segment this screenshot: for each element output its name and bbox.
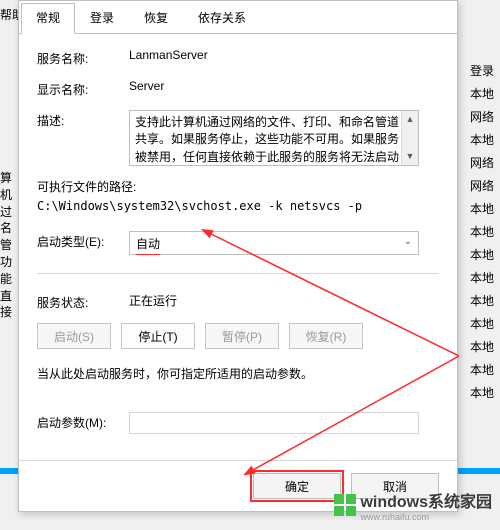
tab-logon[interactable]: 登录 [75,3,129,33]
chevron-down-icon: ⌄ [404,236,412,247]
tab-general[interactable]: 常规 [21,3,75,34]
service-status-value: 正在运行 [129,292,439,309]
startup-type-value: 自动 [136,235,160,252]
description-scrollbar[interactable]: ▲ ▼ [401,111,418,165]
windows-logo-icon [334,494,356,516]
service-control-buttons: 启动(S) 停止(T) 暂停(P) 恢复(R) [37,323,439,349]
watermark-title: windows系统家园 [360,494,492,511]
stop-button[interactable]: 停止(T) [121,323,195,349]
resume-button: 恢复(R) [289,323,363,349]
service-name-label: 服务名称: [37,48,129,67]
parent-window-text-sliver: 算机过 名管 功能 直接 [0,170,18,321]
tab-recovery[interactable]: 恢复 [129,3,183,33]
service-status-label: 服务状态: [37,292,129,311]
tab-dependencies[interactable]: 依存关系 [183,3,261,33]
pause-button: 暂停(P) [205,323,279,349]
startup-type-select[interactable]: 自动 ⌄ [129,231,419,255]
scroll-up-icon[interactable]: ▲ [402,111,418,128]
service-name-value: LanmanServer [129,48,439,62]
service-properties-dialog: 常规 登录 恢复 依存关系 服务名称: LanmanServer 显示名称: S… [18,0,458,512]
tab-content-general: 服务名称: LanmanServer 显示名称: Server 描述: 支持此计… [19,34,457,434]
scroll-down-icon[interactable]: ▼ [402,148,418,165]
display-name-label: 显示名称: [37,79,129,98]
tab-bar: 常规 登录 恢复 依存关系 [19,1,457,34]
startup-type-label: 启动类型(E): [37,231,129,250]
description-text: 支持此计算机通过网络的文件、打印、和命名管道共享。如果服务停止，这些功能不可用。… [135,115,399,164]
exec-path-label: 可执行文件的路径: [37,178,439,195]
startup-params-note: 当从此处启动服务时，你可指定所适用的启动参数。 [37,365,439,382]
ok-button[interactable]: 确定 [253,473,341,499]
description-textbox[interactable]: 支持此计算机通过网络的文件、打印、和命名管道共享。如果服务停止，这些功能不可用。… [129,110,419,166]
startup-params-label: 启动参数(M): [37,412,129,431]
exec-path-value: C:\Windows\system32\svchost.exe -k netsv… [37,199,439,213]
startup-params-input [129,412,419,434]
watermark: windows系统家园 www.ruhaifu.com [334,488,492,522]
separator [37,273,439,274]
start-button: 启动(S) [37,323,111,349]
watermark-sub: www.ruhaifu.com [360,512,492,522]
background-list-sliver: 登录 本地 网络 本地 网络 网络 本地 本地 本地 本地 本地 本地 本地 本… [470,62,500,401]
display-name-value: Server [129,79,439,93]
description-label: 描述: [37,110,129,129]
